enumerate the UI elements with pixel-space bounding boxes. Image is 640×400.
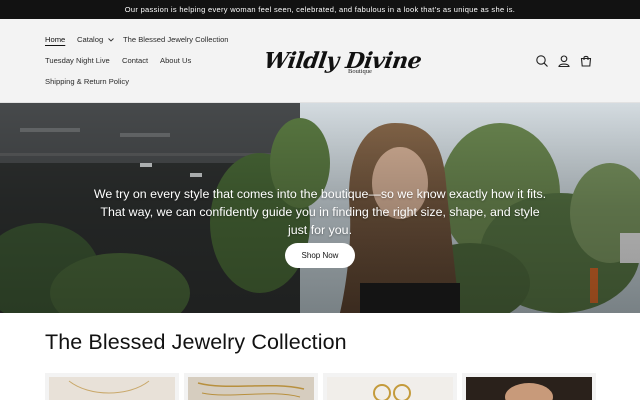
nav-catalog-label: Catalog xyxy=(77,35,104,44)
nav-contact-link[interactable]: Contact xyxy=(122,56,148,65)
nav-about-us-link[interactable]: About Us xyxy=(160,56,191,65)
shop-now-button[interactable]: Shop Now xyxy=(285,243,355,268)
nav-shipping-return-link[interactable]: Shipping & Return Policy xyxy=(45,77,129,86)
hero-text: We try on every style that comes into th… xyxy=(93,187,547,237)
cart-icon[interactable] xyxy=(579,54,593,68)
chevron-down-icon xyxy=(108,38,115,42)
logo-wordmark: Wildly Divine xyxy=(262,48,424,74)
product-image xyxy=(466,377,592,400)
nav-tuesday-night-live-link[interactable]: Tuesday Night Live xyxy=(45,56,110,65)
product-image xyxy=(188,377,314,400)
announcement-bar: Our passion is helping every woman feel … xyxy=(0,0,640,19)
search-icon[interactable] xyxy=(535,54,549,68)
product-card[interactable] xyxy=(462,373,596,400)
product-image xyxy=(49,377,175,400)
hero-banner: We try on every style that comes into th… xyxy=(0,103,640,313)
product-card[interactable] xyxy=(184,373,318,400)
collection-title: The Blessed Jewelry Collection xyxy=(45,330,347,354)
site-logo[interactable]: Wildly Divine Boutique xyxy=(262,48,423,94)
site-header: Home Catalog The Blessed Jewelry Collect… xyxy=(0,19,640,103)
announcement-text: Our passion is helping every woman feel … xyxy=(124,5,516,14)
product-card[interactable] xyxy=(45,373,179,400)
nav-blessed-jewelry-link[interactable]: The Blessed Jewelry Collection xyxy=(123,35,229,44)
product-image xyxy=(327,377,453,400)
nav-catalog-link[interactable]: Catalog xyxy=(77,35,115,44)
product-card[interactable] xyxy=(323,373,457,400)
account-icon[interactable] xyxy=(557,54,571,68)
nav-home-link[interactable]: Home xyxy=(45,35,65,44)
logo-subtitle: Boutique xyxy=(348,68,372,75)
